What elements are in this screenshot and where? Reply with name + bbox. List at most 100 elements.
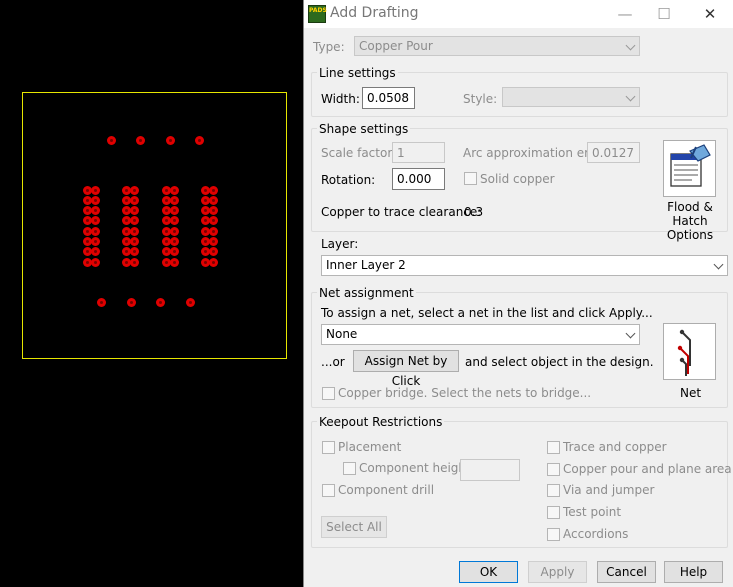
- solid-copper-checkbox[interactable]: [464, 172, 477, 185]
- pad: [96, 297, 106, 307]
- pad: [129, 206, 139, 216]
- pcb-canvas[interactable]: [0, 0, 303, 587]
- copper-pour-plane-label: Copper pour and plane area: [563, 462, 732, 476]
- pad: [169, 257, 179, 267]
- assign-net-suffix: and select object in the design.: [465, 355, 654, 369]
- pad: [90, 247, 100, 257]
- close-button[interactable]: ✕: [690, 3, 730, 25]
- accordions-label: Accordions: [563, 527, 629, 541]
- pad: [185, 297, 195, 307]
- test-point-checkbox[interactable]: [547, 506, 560, 519]
- dialog-title: Add Drafting: [330, 5, 419, 21]
- chevron-down-icon: [625, 328, 636, 339]
- net-icon: [677, 329, 691, 376]
- layer-select[interactable]: Inner Layer 2: [321, 255, 728, 276]
- maximize-button[interactable]: ☐: [644, 3, 684, 25]
- scale-factor-label: Scale factor:: [321, 146, 397, 160]
- type-select[interactable]: Copper Pour: [354, 36, 640, 56]
- pad: [208, 226, 218, 236]
- net-button-label: Net: [680, 386, 702, 400]
- style-label: Style:: [463, 92, 498, 106]
- arc-approx-value: 0.0127: [592, 146, 634, 160]
- pad: [90, 195, 100, 205]
- pad: [90, 216, 100, 226]
- rotation-input-value: 0.000: [397, 172, 432, 186]
- shape-settings-title: Shape settings: [317, 122, 411, 136]
- minimize-button[interactable]: —: [605, 3, 645, 25]
- pad: [90, 237, 100, 246]
- type-select-value: Copper Pour: [359, 39, 433, 53]
- chevron-down-icon: [713, 259, 724, 270]
- apply-button[interactable]: Apply: [528, 561, 587, 583]
- copper-pour-plane-checkbox[interactable]: [547, 463, 560, 476]
- pad: [129, 216, 139, 226]
- pads-app-icon: PADS: [308, 5, 327, 23]
- arc-approx-input[interactable]: 0.0127: [587, 142, 640, 163]
- pad: [126, 297, 136, 307]
- pad: [208, 185, 218, 195]
- chevron-down-icon: [625, 91, 636, 102]
- pad: [169, 226, 179, 236]
- help-button[interactable]: Help: [664, 561, 723, 583]
- width-input-value: 0.0508: [367, 91, 409, 105]
- chevron-down-icon: [625, 40, 636, 51]
- flood-hatch-icon: [670, 144, 711, 187]
- flood-hatch-button[interactable]: [663, 140, 716, 197]
- via-jumper-label: Via and jumper: [563, 483, 655, 497]
- style-select[interactable]: [502, 87, 640, 107]
- pad: [155, 297, 165, 307]
- rotation-label: Rotation:: [321, 173, 376, 187]
- component-height-label: Component height: [359, 461, 471, 475]
- layer-label: Layer:: [321, 237, 359, 251]
- scale-factor-input[interactable]: 1: [392, 142, 445, 163]
- cancel-button[interactable]: Cancel: [597, 561, 656, 583]
- component-height-input[interactable]: [460, 459, 520, 481]
- copper-bridge-checkbox[interactable]: [322, 387, 335, 400]
- net-button[interactable]: [663, 323, 716, 380]
- line-settings-title: Line settings: [317, 66, 398, 80]
- component-drill-checkbox[interactable]: [322, 484, 335, 497]
- pad: [165, 135, 175, 145]
- pad: [106, 135, 116, 145]
- or-label: ...or: [321, 355, 345, 369]
- component-height-checkbox[interactable]: [343, 462, 356, 475]
- select-all-button[interactable]: Select All: [321, 516, 387, 538]
- pad: [129, 195, 139, 205]
- pad: [90, 226, 100, 236]
- pad: [194, 135, 204, 145]
- keepout-title: Keepout Restrictions: [317, 415, 445, 429]
- pad: [90, 185, 100, 195]
- trace-copper-checkbox[interactable]: [547, 441, 560, 454]
- maximize-icon: ☐: [657, 5, 671, 23]
- width-label: Width:: [321, 92, 360, 106]
- pad: [129, 237, 139, 246]
- pad: [208, 237, 218, 246]
- close-icon: ✕: [703, 5, 717, 23]
- via-jumper-checkbox[interactable]: [547, 484, 560, 497]
- pad: [208, 257, 218, 267]
- pad: [129, 247, 139, 257]
- rotation-input[interactable]: 0.000: [392, 168, 445, 190]
- pad: [169, 195, 179, 205]
- placement-checkbox[interactable]: [322, 441, 335, 454]
- pad: [169, 237, 179, 246]
- net-select-value: None: [326, 327, 358, 341]
- net-select[interactable]: None: [321, 324, 640, 345]
- add-drafting-dialog: PADS Add Drafting — ☐ ✕ Type: Copper Pou…: [303, 0, 733, 587]
- trace-copper-label: Trace and copper: [563, 440, 667, 454]
- pad: [169, 185, 179, 195]
- pad: [169, 247, 179, 257]
- copper-bridge-label: Copper bridge. Select the nets to bridge…: [338, 386, 592, 400]
- pad: [208, 216, 218, 226]
- pad: [169, 206, 179, 216]
- assign-net-by-click-button[interactable]: Assign Net by Click: [353, 350, 459, 388]
- clearance-label: Copper to trace clearance:: [321, 205, 482, 219]
- ok-button[interactable]: OK: [459, 561, 518, 583]
- width-input[interactable]: 0.0508: [362, 87, 415, 109]
- component-drill-label: Component drill: [338, 483, 435, 497]
- accordions-checkbox[interactable]: [547, 528, 560, 541]
- pad: [135, 135, 145, 145]
- clearance-value: 0.3: [464, 205, 484, 219]
- pad: [208, 195, 218, 205]
- pad: [208, 247, 218, 257]
